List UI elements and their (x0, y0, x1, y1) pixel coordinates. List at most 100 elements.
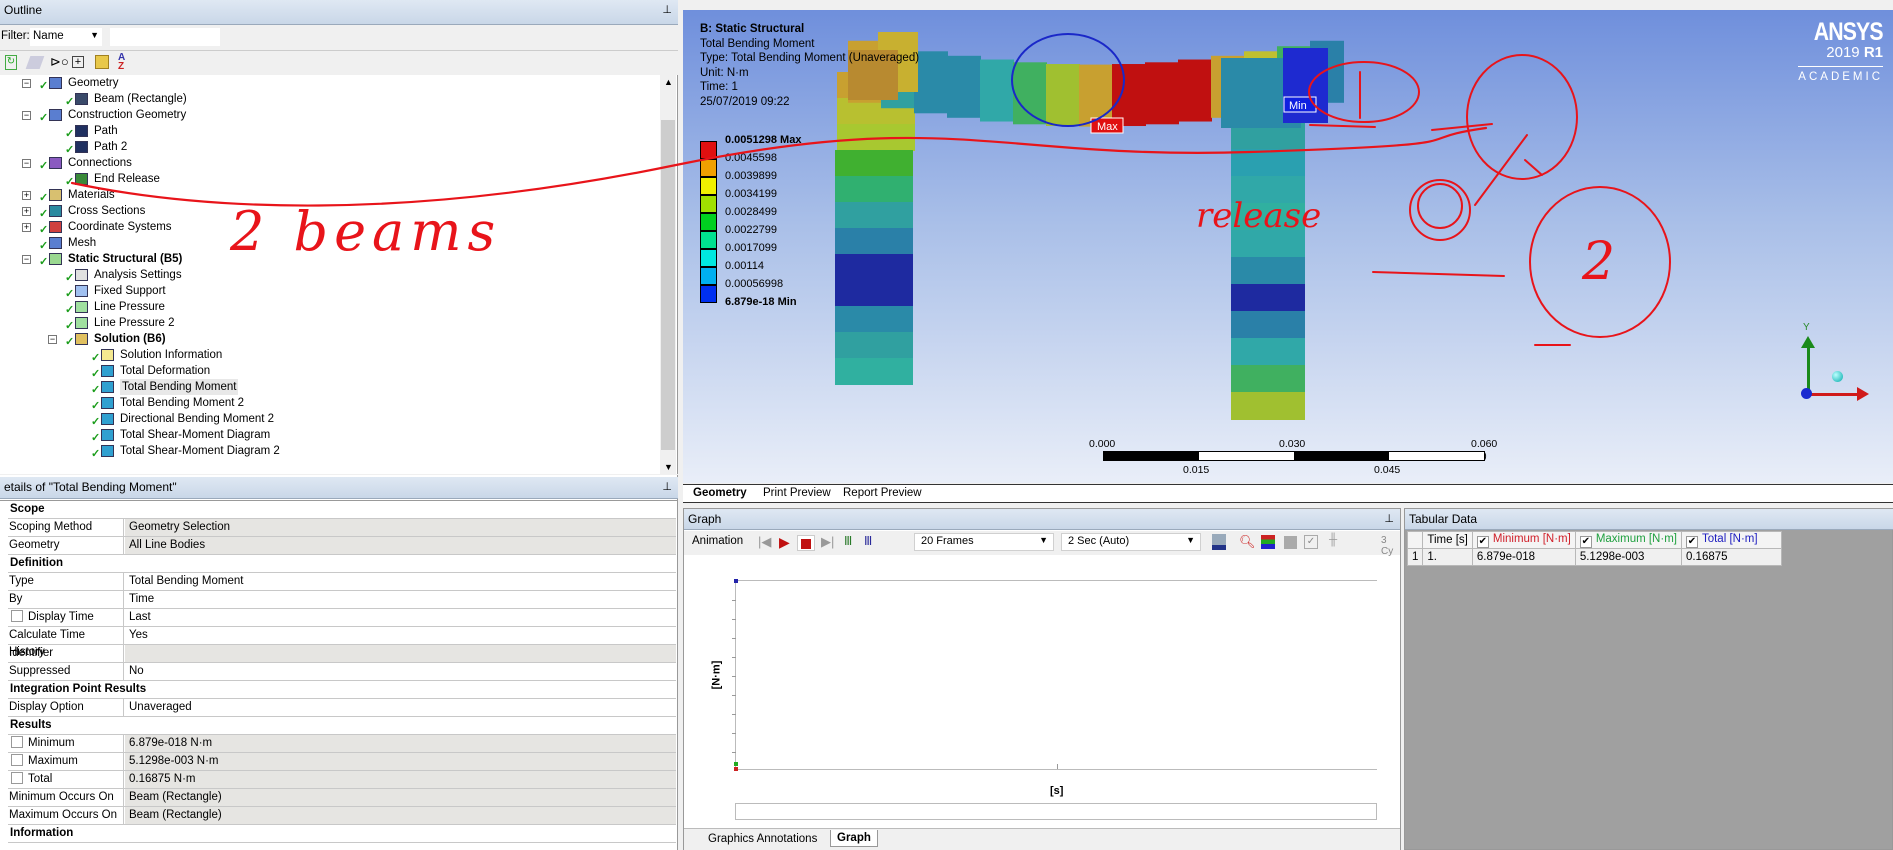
pin-icon[interactable]: ⊥ (662, 3, 672, 16)
result-sets-icon[interactable]: Ⅲ (864, 534, 872, 550)
play-button[interactable]: ▶ (779, 534, 790, 550)
property-value[interactable]: Yes (125, 627, 676, 644)
sort-az-icon[interactable]: AZ (118, 53, 125, 72)
parameter-checkbox[interactable] (11, 610, 23, 622)
tab-graph[interactable]: Graph (830, 830, 878, 847)
eraser-icon[interactable] (25, 56, 45, 69)
property-value[interactable]: Beam (Rectangle) (125, 789, 676, 806)
tree-item[interactable]: − ✓ Connections (0, 155, 640, 172)
table-row[interactable]: 1 1. 6.879e-018 5.1298e-003 0.16875 (1406, 548, 1782, 566)
expand-icon[interactable]: + (22, 223, 31, 232)
tab-geometry[interactable]: Geometry (693, 487, 747, 499)
column-header[interactable]: ✔ Maximum [N·m] (1574, 531, 1682, 549)
property-value[interactable]: Unaveraged (125, 699, 676, 716)
tree-item[interactable]: + ✓ Cross Sections (0, 203, 640, 220)
column-header[interactable]: ✔ Total [N·m] (1680, 531, 1782, 549)
details-category[interactable]: Integration Point Results (8, 681, 676, 699)
tree-item[interactable]: ✓ Total Deformation (0, 363, 640, 380)
property-value[interactable]: Geometry Selection (125, 519, 676, 536)
tab-print-preview[interactable]: Print Preview (763, 487, 831, 499)
pin-icon[interactable]: ⊥ (662, 480, 672, 493)
column-header[interactable]: Time [s] (1422, 531, 1473, 549)
tree-item[interactable]: ✓ Path (0, 123, 640, 140)
property-value[interactable]: 5.1298e-003 N·m (125, 753, 676, 770)
filter-select[interactable]: Name ▼ (30, 28, 102, 46)
folder-icon[interactable] (95, 55, 109, 69)
details-category[interactable]: Scope (8, 501, 676, 519)
tree-item[interactable]: ✓ Total Shear-Moment Diagram (0, 427, 640, 444)
property-value[interactable] (125, 645, 676, 662)
tree-item[interactable]: ✓ Total Bending Moment 2 (0, 395, 640, 412)
details-category[interactable]: Results (8, 717, 676, 735)
axis-triad[interactable]: Y (1795, 322, 1885, 412)
tree-item[interactable]: ✓ Beam (Rectangle) (0, 91, 640, 108)
property-value[interactable]: Time (125, 591, 676, 608)
property-value[interactable]: 6.879e-018 N·m (125, 735, 676, 752)
property-value[interactable]: Last (125, 609, 676, 626)
tree-item[interactable]: ✓ Line Pressure 2 (0, 315, 640, 332)
scroll-thumb[interactable] (661, 120, 675, 450)
iso-ball[interactable] (1832, 371, 1843, 382)
parameter-checkbox[interactable] (11, 754, 23, 766)
tree-item[interactable]: + ✓ Coordinate Systems (0, 219, 640, 236)
tree-item[interactable]: ✓ Analysis Settings (0, 267, 640, 284)
distributed-frames-icon[interactable]: Ⅲ (844, 534, 852, 550)
scroll-up-icon[interactable]: ▲ (664, 77, 673, 87)
property-value[interactable]: 0.16875 N·m (125, 771, 676, 788)
tree-item[interactable]: ✓ Path 2 (0, 139, 640, 156)
filter-input[interactable] (110, 28, 220, 46)
export-video-icon[interactable] (1212, 534, 1226, 550)
tree-item[interactable]: − ✓ Construction Geometry (0, 107, 640, 124)
collapse-icon[interactable]: − (22, 111, 31, 120)
collapse-icon[interactable]: − (22, 79, 31, 88)
stop-button[interactable] (797, 535, 815, 551)
details-category[interactable]: Definition (8, 555, 676, 573)
collapse-icon[interactable]: − (22, 159, 31, 168)
zoom-result-icon[interactable]: 🔍︎ (1239, 534, 1256, 550)
column-visible-checkbox[interactable]: ✔ (1476, 535, 1489, 548)
frames-select[interactable]: 20 Frames ▼ (914, 533, 1054, 551)
grey-bars-icon[interactable] (1284, 536, 1297, 549)
tree-item[interactable]: + ✓ Materials (0, 187, 640, 204)
time-slider[interactable] (735, 803, 1377, 820)
graphics-viewport[interactable]: Max Min B: Static Structural Total Bendin… (683, 10, 1893, 483)
property-value[interactable]: Beam (Rectangle) (125, 807, 676, 824)
property-value[interactable]: Total Bending Moment (125, 573, 676, 590)
property-value[interactable]: No (125, 663, 676, 680)
tree-item[interactable]: ✓ Directional Bending Moment 2 (0, 411, 640, 428)
next-frame-button[interactable]: ▶| (821, 534, 834, 550)
tree-item[interactable]: ✓ Fixed Support (0, 283, 640, 300)
tree-item[interactable]: − ✓ Static Structural (B5) (0, 251, 640, 268)
pin-icon[interactable]: ⊥ (1384, 512, 1394, 525)
outline-scrollbar[interactable]: ▲ ▼ (660, 75, 676, 474)
graph-plot-area[interactable] (732, 579, 1377, 771)
tab-graphics-annotations[interactable]: Graphics Annotations (708, 833, 817, 845)
property-value[interactable]: All Line Bodies (125, 537, 676, 554)
details-category[interactable]: Information (8, 825, 676, 843)
column-visible-checkbox[interactable]: ✔ (1685, 535, 1698, 548)
tab-report-preview[interactable]: Report Preview (843, 487, 922, 499)
tree-filter-icon[interactable]: ⊳○ (50, 54, 69, 70)
tree-item[interactable]: − ✓ Solution (B6) (0, 331, 640, 348)
column-header[interactable]: ✔ Minimum [N·m] (1471, 531, 1576, 549)
column-visible-checkbox[interactable]: ✔ (1579, 535, 1592, 548)
expand-icon[interactable]: + (22, 207, 31, 216)
collapse-icon[interactable]: − (48, 335, 57, 344)
tree-item[interactable]: ✓ Total Shear-Moment Diagram 2 (0, 443, 640, 460)
tree-item[interactable]: ✓ Total Bending Moment (0, 379, 640, 396)
parameter-checkbox[interactable] (11, 736, 23, 748)
scroll-down-icon[interactable]: ▼ (664, 462, 673, 472)
collapse-icon[interactable]: − (22, 255, 31, 264)
tree-item[interactable]: ✓ Solution Information (0, 347, 640, 364)
cycles-icon[interactable]: ╫ (1329, 534, 1337, 550)
tree-item[interactable]: − ✓ Geometry (0, 75, 640, 92)
expand-all-icon[interactable]: + (72, 56, 84, 68)
check-icon[interactable]: ✓ (1304, 535, 1318, 549)
previous-frame-button[interactable]: |◀ (758, 534, 771, 550)
speed-select[interactable]: 2 Sec (Auto) ▼ (1061, 533, 1201, 551)
refresh-icon[interactable]: ↻ (5, 55, 17, 70)
tree-item[interactable]: ✓ Mesh (0, 235, 640, 252)
parameter-checkbox[interactable] (11, 772, 23, 784)
tree-item[interactable]: ✓ End Release (0, 171, 640, 188)
expand-icon[interactable]: + (22, 191, 31, 200)
